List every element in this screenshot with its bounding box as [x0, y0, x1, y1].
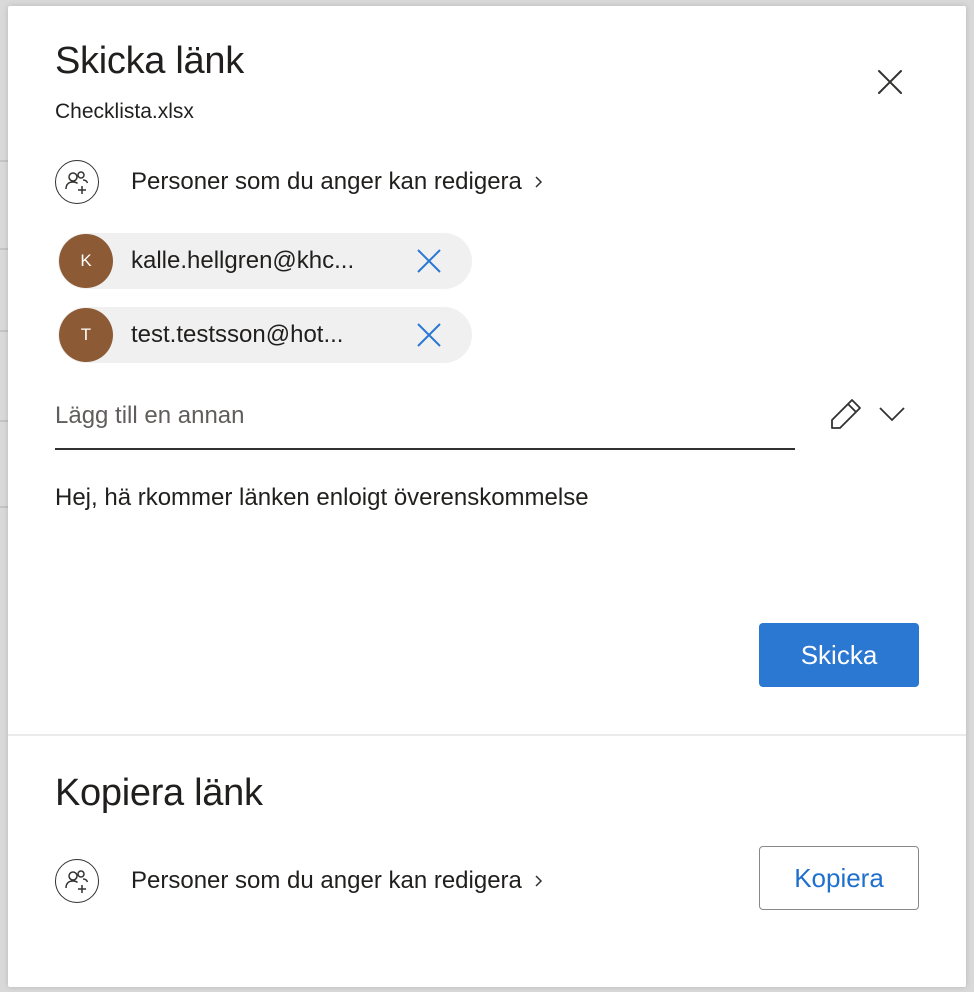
- send-button[interactable]: Skicka: [759, 623, 919, 687]
- dialog-title: Skicka länk: [55, 40, 244, 82]
- people-add-icon: [55, 160, 99, 204]
- edit-permission-button[interactable]: [826, 394, 866, 434]
- backdrop-divider: [0, 506, 8, 508]
- backdrop-divider: [0, 330, 8, 332]
- copy-permission-label: Personer som du anger kan redigera: [131, 867, 522, 894]
- backdrop-divider: [0, 420, 8, 422]
- message-text[interactable]: Hej, hä rkommer länken enloigt överensko…: [55, 484, 589, 512]
- pencil-icon: [831, 399, 861, 429]
- remove-icon: [417, 249, 441, 273]
- close-icon: [878, 70, 902, 94]
- send-permission-label: Personer som du anger kan redigera: [131, 168, 522, 195]
- chevron-down-icon: [879, 407, 905, 422]
- recipient-chip: K kalle.hellgren@khc...: [58, 233, 472, 289]
- chevron-right-icon: [535, 176, 542, 188]
- backdrop-divider: [0, 248, 8, 250]
- permission-dropdown-button[interactable]: [874, 396, 910, 432]
- recipient-email: test.testsson@hot...: [131, 321, 344, 348]
- recipient-email: kalle.hellgren@khc...: [131, 247, 355, 274]
- avatar: K: [59, 234, 113, 288]
- share-dialog: Skicka länk Checklista.xlsx Personer som…: [8, 6, 966, 987]
- remove-recipient-button[interactable]: [409, 241, 449, 281]
- copy-link-title: Kopiera länk: [55, 772, 263, 814]
- chevron-right-icon: [535, 875, 542, 887]
- add-recipient-input[interactable]: [55, 390, 795, 450]
- section-divider: [8, 734, 966, 736]
- people-add-icon: [55, 859, 99, 903]
- close-button[interactable]: [870, 62, 910, 102]
- copy-button[interactable]: Kopiera: [759, 846, 919, 910]
- backdrop-divider: [0, 160, 8, 162]
- copy-permission-selector[interactable]: Personer som du anger kan redigera: [55, 857, 546, 905]
- remove-icon: [417, 323, 441, 347]
- recipient-chip: T test.testsson@hot...: [58, 307, 472, 363]
- remove-recipient-button[interactable]: [409, 315, 449, 355]
- send-permission-selector[interactable]: Personer som du anger kan redigera: [55, 158, 546, 206]
- avatar: T: [59, 308, 113, 362]
- file-name: Checklista.xlsx: [55, 100, 194, 123]
